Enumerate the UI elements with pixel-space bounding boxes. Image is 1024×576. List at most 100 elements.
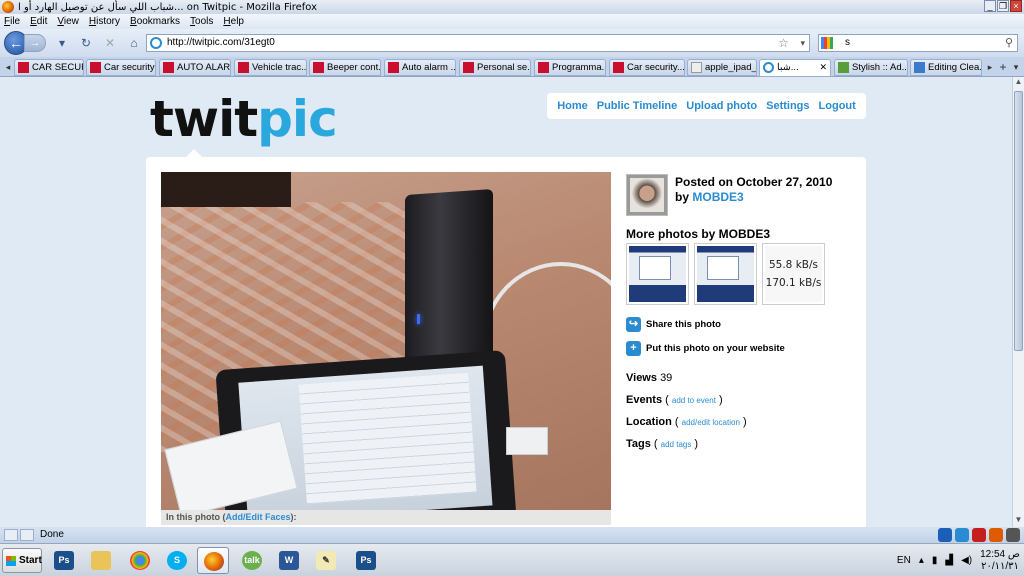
- taskbar: Start Ps S talk W ✎ Ps EN ▴ ▮ ▟ ◀) 12:54…: [0, 543, 1024, 576]
- menu-help[interactable]: Help: [223, 16, 244, 27]
- posted-info: Posted on October 27, 2010 by MOBDE3: [675, 175, 832, 205]
- thumbnail[interactable]: [694, 243, 757, 305]
- site-identity-icon[interactable]: [150, 37, 162, 49]
- favicon-icon: [463, 62, 474, 73]
- tab[interactable]: AUTO ALAR...: [159, 59, 231, 76]
- tab[interactable]: apple_ipad_...: [687, 59, 757, 76]
- tab[interactable]: Editing Clea...: [910, 59, 982, 76]
- dropdown-history-icon[interactable]: ▾: [54, 35, 70, 51]
- addon-icon[interactable]: [955, 528, 969, 542]
- menu-edit[interactable]: Edit: [30, 16, 47, 27]
- photo-panel: In this photo (Add/Edit Faces): Posted o…: [146, 157, 866, 527]
- url-dropdown-icon[interactable]: ▾: [800, 35, 805, 51]
- twitpic-logo[interactable]: twitpic: [150, 89, 338, 149]
- navigation-toolbar: ← → ▾ ↻ ✕ ⌂ http://twitpic.com/31egt0 ☆ …: [0, 29, 1024, 57]
- firefox-addon-icon[interactable]: [989, 528, 1003, 542]
- close-button[interactable]: ×: [1010, 0, 1022, 12]
- menu-history[interactable]: History: [89, 16, 120, 27]
- nav-home-link[interactable]: Home: [557, 100, 588, 112]
- addon-icon[interactable]: [938, 528, 952, 542]
- stop-icon[interactable]: ✕: [102, 35, 118, 51]
- menu-bookmarks[interactable]: Bookmarks: [130, 16, 180, 27]
- favicon-icon: [538, 62, 549, 73]
- bookmark-star-icon[interactable]: ☆: [778, 35, 789, 51]
- add-edit-faces-link[interactable]: Add/Edit Faces: [225, 512, 290, 522]
- taskbar-notepad[interactable]: ✎: [310, 547, 342, 574]
- language-indicator[interactable]: EN: [897, 555, 911, 566]
- taskbar-firefox[interactable]: [197, 547, 229, 574]
- network-icon[interactable]: ▮: [932, 555, 938, 566]
- addon-icon[interactable]: [972, 528, 986, 542]
- taskbar-photoshop-2[interactable]: Ps: [350, 547, 382, 574]
- embed-photo-link[interactable]: + Put this photo on your website: [626, 341, 785, 356]
- add-edit-location-link[interactable]: add/edit location: [682, 418, 740, 427]
- addon-icon[interactable]: [1006, 528, 1020, 542]
- close-tab-icon[interactable]: ✕: [819, 60, 827, 75]
- restore-button[interactable]: ❐: [997, 0, 1009, 12]
- search-box[interactable]: s ⚲: [818, 34, 1018, 52]
- window-titlebar[interactable]: شباب اللي سأل عن توصيل الهارد أو ا... on…: [0, 0, 1024, 14]
- taskbar-word[interactable]: W: [273, 547, 305, 574]
- url-bar[interactable]: http://twitpic.com/31egt0 ☆ ▾: [146, 34, 810, 52]
- views-row: Views 39: [626, 372, 672, 384]
- list-all-tabs-icon[interactable]: ▾: [1010, 60, 1022, 74]
- avatar[interactable]: [626, 174, 668, 216]
- status-arrow-icon[interactable]: [20, 529, 34, 541]
- user-link[interactable]: MOBDE3: [692, 190, 743, 204]
- forward-button[interactable]: →: [24, 34, 46, 52]
- tab[interactable]: Beeper cont...: [309, 59, 381, 76]
- page-content: twitpic Home Public Timeline Upload phot…: [0, 77, 1012, 527]
- start-button[interactable]: Start: [2, 548, 42, 573]
- folder-icon: [91, 551, 111, 570]
- nav-upload-photo-link[interactable]: Upload photo: [686, 100, 757, 112]
- nav-logout-link[interactable]: Logout: [819, 100, 856, 112]
- google-engine-icon[interactable]: [821, 37, 833, 49]
- minimize-button[interactable]: _: [984, 0, 996, 12]
- tab[interactable]: Personal se...: [459, 59, 531, 76]
- signal-icon[interactable]: ▟: [945, 555, 953, 566]
- favicon-icon: [691, 62, 702, 73]
- thumbnail[interactable]: 55.8 kB/s 170.1 kB/s: [762, 243, 825, 305]
- home-icon[interactable]: ⌂: [126, 35, 142, 51]
- clock[interactable]: 12:54 ص ٢٠/١١/٣١: [980, 549, 1020, 573]
- logo-pic-text: pic: [257, 90, 338, 148]
- thumbnail[interactable]: [626, 243, 689, 305]
- main-photo[interactable]: [161, 172, 611, 510]
- show-hidden-icons-icon[interactable]: ▴: [919, 555, 924, 566]
- nav-settings-link[interactable]: Settings: [766, 100, 809, 112]
- tab[interactable]: CAR SECUR...: [14, 59, 84, 76]
- nav-public-timeline-link[interactable]: Public Timeline: [597, 100, 678, 112]
- tab[interactable]: Programma...: [534, 59, 606, 76]
- tab[interactable]: Stylish :: Ad...: [834, 59, 908, 76]
- window-title: شباب اللي سأل عن توصيل الهارد أو ا... on…: [18, 1, 318, 13]
- add-to-event-link[interactable]: add to event: [672, 396, 716, 405]
- taskbar-photoshop[interactable]: Ps: [48, 547, 80, 574]
- volume-icon[interactable]: ◀): [961, 555, 972, 566]
- new-tab-icon[interactable]: +: [997, 60, 1009, 74]
- tab-scroll-left-icon[interactable]: ◂: [2, 60, 14, 74]
- menu-view[interactable]: View: [57, 16, 79, 27]
- vertical-scrollbar[interactable]: ▲ ▼: [1012, 77, 1024, 527]
- tab-label: Auto alarm ...: [402, 62, 456, 73]
- share-photo-link[interactable]: ↪ Share this photo: [626, 317, 721, 332]
- taskbar-skype[interactable]: S: [161, 547, 193, 574]
- search-icon[interactable]: ⚲: [1005, 35, 1013, 51]
- tab-scroll-right-icon[interactable]: ▸: [984, 60, 996, 74]
- taskbar-gtalk[interactable]: talk: [236, 547, 268, 574]
- tab[interactable]: Vehicle trac...: [234, 59, 307, 76]
- tab-active[interactable]: شبا... ✕: [759, 59, 831, 77]
- scrollbar-thumb[interactable]: [1014, 91, 1023, 351]
- tab[interactable]: Car security...: [609, 59, 685, 76]
- tab[interactable]: Auto alarm ...: [384, 59, 456, 76]
- taskbar-chrome[interactable]: [124, 547, 156, 574]
- tab[interactable]: Car security ...: [86, 59, 156, 76]
- scroll-up-icon[interactable]: ▲: [1013, 77, 1024, 89]
- reload-icon[interactable]: ↻: [78, 35, 94, 51]
- status-window-icon[interactable]: [4, 529, 18, 541]
- add-tags-link[interactable]: add tags: [661, 440, 692, 449]
- taskbar-explorer[interactable]: [85, 547, 117, 574]
- menu-tools[interactable]: Tools: [190, 16, 213, 27]
- thumbnail-speed-text: 170.1 kB/s: [765, 277, 822, 289]
- scroll-down-icon[interactable]: ▼: [1013, 515, 1024, 527]
- menu-file[interactable]: File: [4, 16, 20, 27]
